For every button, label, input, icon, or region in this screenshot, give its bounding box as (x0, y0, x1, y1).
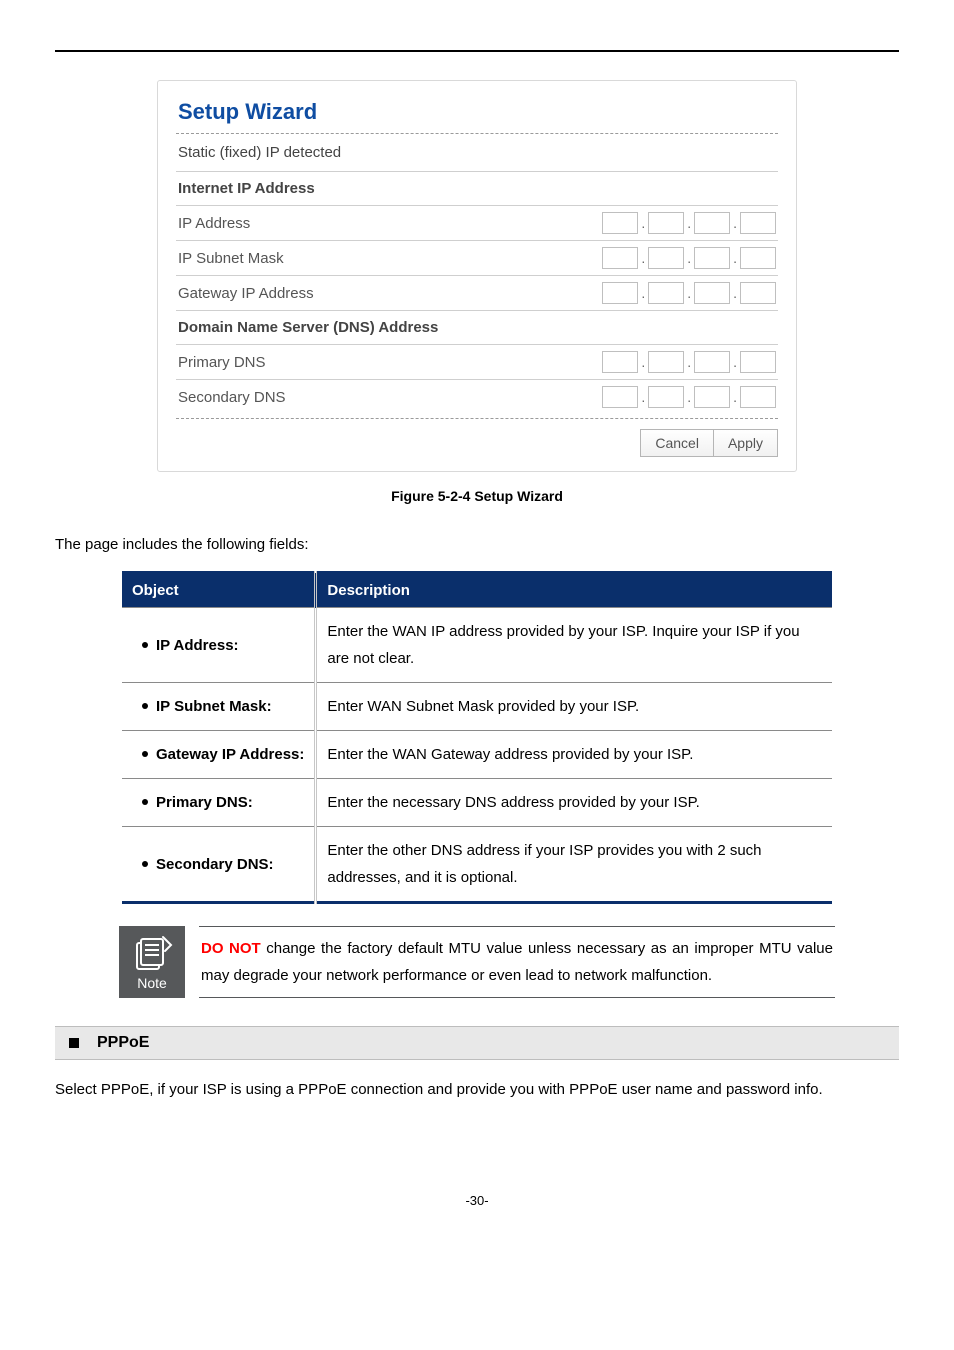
dot-icon: . (640, 389, 646, 405)
note-text: DO NOT change the factory default MTU va… (201, 935, 833, 989)
ip-address-oct1[interactable] (602, 212, 638, 234)
dot-icon: . (640, 215, 646, 231)
sdns-oct2[interactable] (648, 386, 684, 408)
pdns-oct2[interactable] (648, 351, 684, 373)
obj-label: Gateway IP Address: (156, 746, 304, 763)
gateway-oct4[interactable] (740, 282, 776, 304)
square-bullet-icon (69, 1038, 79, 1048)
th-object: Object (122, 573, 316, 608)
subnet-mask-input-group: . . . (602, 247, 776, 269)
wizard-buttons: Cancel Apply (176, 419, 778, 459)
label-primary-dns: Primary DNS (178, 354, 266, 371)
table-row: IP Subnet Mask: Enter WAN Subnet Mask pr… (122, 683, 832, 731)
note-text-wrap: DO NOT change the factory default MTU va… (199, 926, 835, 998)
bullet-icon (142, 642, 148, 648)
gateway-oct1[interactable] (602, 282, 638, 304)
cancel-button[interactable]: Cancel (640, 429, 714, 457)
subnet-oct4[interactable] (740, 247, 776, 269)
row-secondary-dns: Secondary DNS . . . (176, 380, 778, 414)
gateway-oct2[interactable] (648, 282, 684, 304)
note-block: Note DO NOT change the factory default M… (119, 926, 835, 998)
note-rest: change the factory default MTU value unl… (201, 940, 833, 984)
dot-icon: . (686, 215, 692, 231)
do-not-text: DO NOT (201, 940, 261, 957)
th-description: Description (316, 573, 832, 608)
note-icon: Note (119, 926, 185, 998)
dot-icon: . (686, 354, 692, 370)
obj-label: IP Address: (156, 637, 239, 654)
gateway-oct3[interactable] (694, 282, 730, 304)
apply-button[interactable]: Apply (714, 429, 778, 457)
dot-icon: . (732, 285, 738, 301)
section-pppoe-heading: PPPoE (55, 1026, 899, 1060)
obj-desc: Enter WAN Subnet Mask provided by your I… (316, 683, 832, 731)
ip-address-input-group: . . . (602, 212, 776, 234)
label-ip-address: IP Address (178, 215, 250, 232)
section-internet-ip: Internet IP Address (176, 172, 778, 206)
pdns-oct1[interactable] (602, 351, 638, 373)
intro-paragraph: The page includes the following fields: (55, 536, 899, 553)
dot-icon: . (640, 250, 646, 266)
setup-wizard-panel: Setup Wizard Static (fixed) IP detected … (157, 80, 797, 472)
obj-desc: Enter the other DNS address if your ISP … (316, 827, 832, 903)
description-table: Object Description IP Address: Enter the… (122, 571, 832, 904)
pppoe-heading-text: PPPoE (97, 1034, 149, 1052)
obj-desc: Enter the WAN Gateway address provided b… (316, 731, 832, 779)
obj-desc: Enter the necessary DNS address provided… (316, 779, 832, 827)
ip-address-oct3[interactable] (694, 212, 730, 234)
dot-icon: . (640, 354, 646, 370)
row-ip-address: IP Address . . . (176, 206, 778, 241)
ip-address-oct2[interactable] (648, 212, 684, 234)
label-secondary-dns: Secondary DNS (178, 389, 286, 406)
dot-icon: . (732, 354, 738, 370)
top-rule (55, 50, 899, 52)
dot-icon: . (686, 250, 692, 266)
sdns-oct3[interactable] (694, 386, 730, 408)
dot-icon: . (640, 285, 646, 301)
note-label: Note (137, 975, 167, 991)
figure-caption: Figure 5-2-4 Setup Wizard (55, 488, 899, 504)
dot-icon: . (732, 250, 738, 266)
primary-dns-input-group: . . . (602, 351, 776, 373)
pppoe-body: Select PPPoE, if your ISP is using a PPP… (55, 1076, 899, 1103)
table-row: Primary DNS: Enter the necessary DNS add… (122, 779, 832, 827)
subnet-oct1[interactable] (602, 247, 638, 269)
page-number: -30- (55, 1193, 899, 1208)
dot-icon: . (686, 389, 692, 405)
description-table-wrap: Object Description IP Address: Enter the… (122, 571, 832, 904)
obj-label: IP Subnet Mask: (156, 698, 272, 715)
obj-desc: Enter the WAN IP address provided by you… (316, 608, 832, 683)
gateway-input-group: . . . (602, 282, 776, 304)
wizard-title: Setup Wizard (176, 95, 778, 134)
dot-icon: . (732, 389, 738, 405)
pdns-oct4[interactable] (740, 351, 776, 373)
obj-label: Primary DNS: (156, 794, 253, 811)
sdns-oct4[interactable] (740, 386, 776, 408)
table-row: Gateway IP Address: Enter the WAN Gatewa… (122, 731, 832, 779)
table-row: IP Address: Enter the WAN IP address pro… (122, 608, 832, 683)
row-gateway: Gateway IP Address . . . (176, 276, 778, 311)
bullet-icon (142, 703, 148, 709)
bullet-icon (142, 861, 148, 867)
label-subnet-mask: IP Subnet Mask (178, 250, 284, 267)
secondary-dns-input-group: . . . (602, 386, 776, 408)
table-row: Secondary DNS: Enter the other DNS addre… (122, 827, 832, 903)
dot-icon: . (732, 215, 738, 231)
obj-label: Secondary DNS: (156, 856, 274, 873)
subnet-oct2[interactable] (648, 247, 684, 269)
row-primary-dns: Primary DNS . . . (176, 345, 778, 380)
label-gateway: Gateway IP Address (178, 285, 314, 302)
bullet-icon (142, 799, 148, 805)
wizard-subtitle: Static (fixed) IP detected (176, 134, 778, 172)
section-dns: Domain Name Server (DNS) Address (176, 311, 778, 345)
ip-address-oct4[interactable] (740, 212, 776, 234)
pdns-oct3[interactable] (694, 351, 730, 373)
subnet-oct3[interactable] (694, 247, 730, 269)
row-subnet-mask: IP Subnet Mask . . . (176, 241, 778, 276)
bullet-icon (142, 751, 148, 757)
dot-icon: . (686, 285, 692, 301)
sdns-oct1[interactable] (602, 386, 638, 408)
